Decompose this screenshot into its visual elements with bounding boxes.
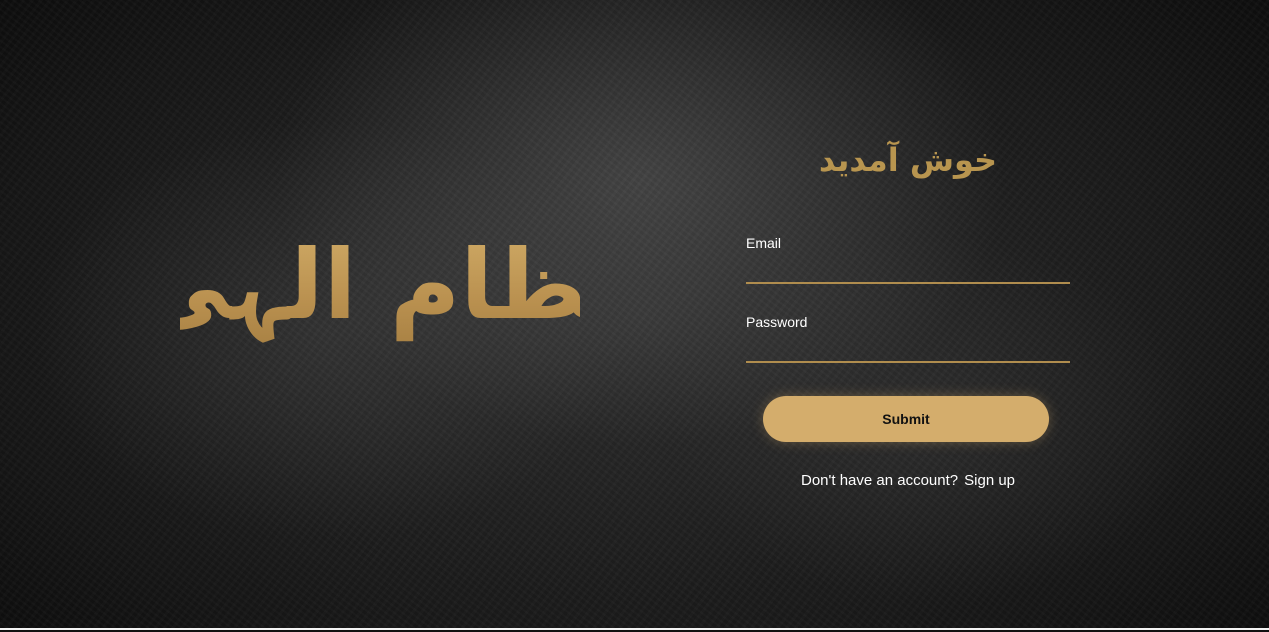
signup-link[interactable]: Sign up bbox=[964, 472, 1015, 489]
email-label: Email bbox=[746, 235, 782, 251]
submit-button[interactable]: Submit bbox=[763, 396, 1049, 442]
email-input[interactable] bbox=[746, 254, 1070, 284]
login-form: خوش آمدید Email Password Submit Don't ha… bbox=[746, 130, 1070, 490]
signup-row: Don't have an account? Sign up bbox=[746, 472, 1070, 490]
welcome-heading: خوش آمدید bbox=[818, 141, 998, 179]
bottom-border bbox=[0, 628, 1269, 630]
password-field-group: Password bbox=[746, 313, 1070, 363]
password-input[interactable] bbox=[746, 333, 1070, 363]
email-field-group: Email bbox=[746, 234, 1070, 284]
brand-title: نظام الہی bbox=[134, 200, 626, 370]
login-page: نظام الہی خوش آمدید Email Password Submi… bbox=[0, 0, 1269, 630]
signup-prompt: Don't have an account? bbox=[800, 472, 959, 489]
password-label: Password bbox=[746, 314, 808, 330]
